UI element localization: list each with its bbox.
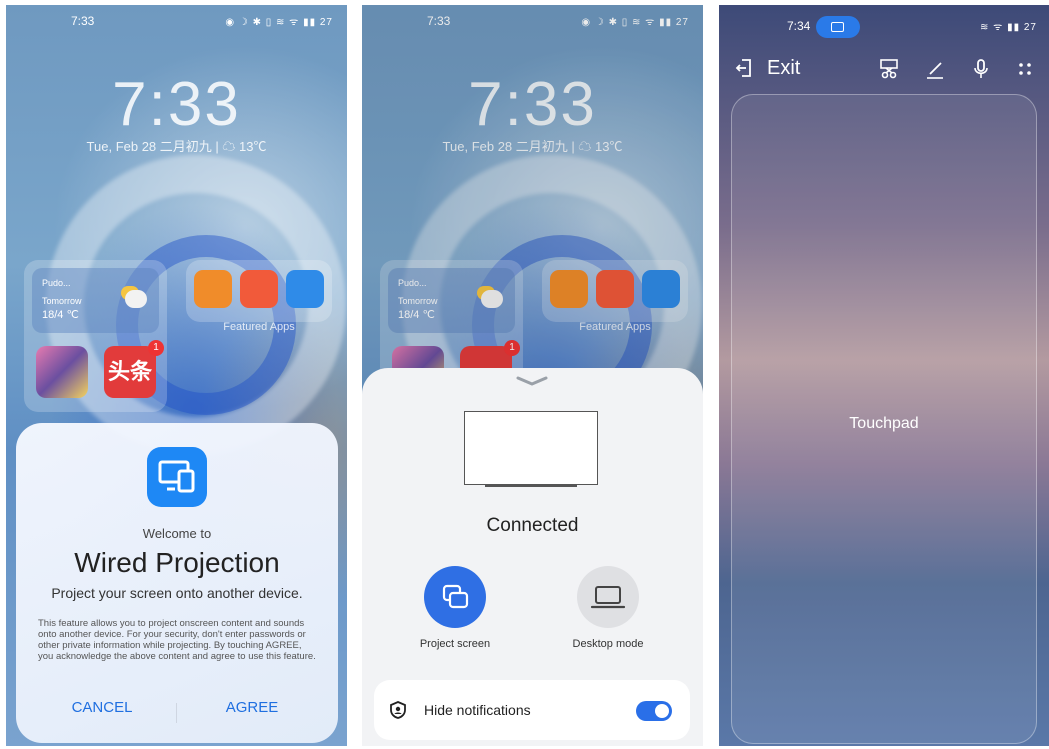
connection-status: Connected: [486, 515, 579, 536]
cast-icon: [831, 22, 844, 32]
exit-icon: [735, 59, 751, 77]
cancel-button[interactable]: CANCEL: [42, 699, 162, 716]
education-app-icon[interactable]: [286, 270, 324, 308]
chevron-down-icon[interactable]: [516, 374, 548, 386]
microphone-button[interactable]: [969, 57, 993, 81]
touchpad-screen: 7:34 ≋ ᯤ ▮▮ 27 Exit Touchpad: [719, 5, 1049, 746]
projection-app-icon: [147, 447, 207, 507]
hide-notifications-label: Hide notifications: [424, 702, 531, 718]
agree-button[interactable]: AGREE: [192, 699, 312, 716]
health-app-icon[interactable]: [194, 270, 232, 308]
desktop-mode-button[interactable]: [577, 566, 639, 628]
status-bar: 7:34 ≋ ᯤ ▮▮ 27: [719, 16, 1049, 38]
exit-button[interactable]: Exit: [735, 55, 800, 81]
status-time: 7:33: [71, 14, 95, 28]
dialog-title: Wired Projection: [74, 547, 280, 578]
partly-cloudy-icon: [125, 290, 147, 308]
hide-notifications-row[interactable]: Hide notifications: [374, 680, 690, 740]
project-screen-button[interactable]: [424, 566, 486, 628]
projection-indicator[interactable]: [816, 16, 860, 38]
weather-place: Pudo...: [42, 278, 71, 288]
button-divider: [176, 703, 177, 723]
more-options-button[interactable]: [1013, 57, 1037, 81]
screenshot-scissors-button[interactable]: [877, 57, 901, 81]
exit-label: Exit: [767, 56, 801, 79]
projection-bottom-sheet: Connected Project screen Desktop mode Hi…: [362, 368, 703, 746]
pen-icon: [927, 62, 943, 79]
touchpad-label: Touchpad: [849, 415, 919, 432]
status-icons: ≋ ᯤ ▮▮ 27: [980, 22, 1037, 33]
desktop-mode-label: Desktop mode: [572, 638, 644, 650]
touchpad-toolbar: Exit: [719, 55, 1049, 83]
featured-apps-folder[interactable]: [186, 260, 332, 322]
weather-temp: 18/4 ℃: [42, 309, 79, 321]
lock-screen-with-projection-dialog: 7:33 ◉ ☽ ✱ ▯ ≋ ᯤ ▮▮ 27 7:33 Tue, Feb 28 …: [6, 5, 347, 746]
laptop-icon: [590, 586, 626, 609]
monitor-stand: [485, 484, 577, 487]
comic-app-icon[interactable]: [36, 346, 88, 398]
lock-clock: 7:33: [112, 70, 241, 139]
game-center-icon[interactable]: [240, 270, 278, 308]
lock-date: Tue, Feb 28 二月初九 | ☁ 13℃: [86, 139, 267, 154]
dialog-subtitle: Project your screen onto another device.: [51, 585, 303, 601]
widget-stack[interactable]: Pudo... Tomorrow 18/4 ℃ 头条 1: [24, 260, 167, 412]
wired-projection-dialog: Welcome to Wired Projection Project your…: [16, 423, 338, 743]
status-icons: ◉ ☽ ✱ ▯ ≋ ᯤ ▮▮ 27: [225, 17, 333, 28]
more-dots-icon: [1019, 63, 1031, 75]
weather-widget[interactable]: Pudo... Tomorrow 18/4 ℃: [32, 268, 159, 333]
microphone-icon: [974, 59, 988, 78]
notification-badge: 1: [148, 340, 164, 356]
toutiao-app-icon[interactable]: 头条: [104, 346, 156, 398]
monitor-illustration: [464, 411, 598, 485]
scissors-icon: [880, 59, 898, 79]
shield-user-icon: [390, 701, 406, 719]
dialog-body: This feature allows you to project onscr…: [38, 618, 316, 662]
touchpad-area[interactable]: Touchpad: [731, 94, 1037, 744]
project-screen-icon: [442, 584, 469, 609]
annotate-button[interactable]: [923, 57, 947, 81]
status-bar: 7:33 ◉ ☽ ✱ ▯ ≋ ᯤ ▮▮ 27: [6, 14, 347, 32]
hide-notifications-toggle[interactable]: [636, 701, 672, 721]
status-time: 7:34: [787, 19, 811, 33]
featured-apps-label: Featured Apps: [223, 321, 295, 333]
project-screen-label: Project screen: [419, 638, 491, 650]
dialog-welcome: Welcome to: [142, 526, 212, 541]
projection-connected-screen: 7:33 ◉ ☽ ✱ ▯ ≋ ᯤ ▮▮ 27 7:33 Tue, Feb 28 …: [362, 5, 703, 746]
